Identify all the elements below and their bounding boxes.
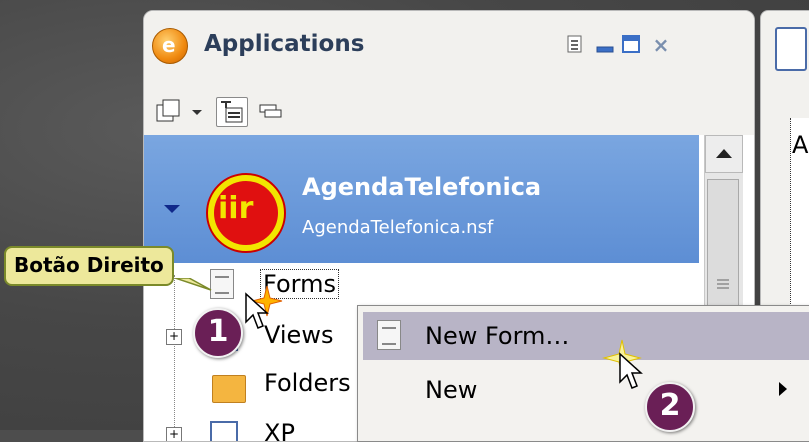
form-icon bbox=[377, 320, 401, 350]
right-click-callout: Botão Direito bbox=[4, 246, 174, 286]
context-menu: New Form… New bbox=[357, 305, 809, 442]
menu-item-new-form[interactable]: New Form… bbox=[363, 312, 809, 360]
tree-item-label: XP bbox=[264, 419, 295, 442]
tree-item-label: Views bbox=[264, 321, 334, 349]
xpage-icon bbox=[210, 421, 238, 441]
database-name: AgendaTelefonica bbox=[302, 173, 542, 201]
expand-arrow-icon[interactable] bbox=[164, 205, 180, 213]
callout-tail bbox=[175, 278, 212, 291]
view-list-icon[interactable] bbox=[216, 97, 248, 127]
mouse-cursor-icon bbox=[619, 352, 643, 389]
document-text: A bbox=[792, 131, 809, 159]
mouse-cursor-icon bbox=[245, 292, 269, 329]
panel-titlebar: e Applications × bbox=[144, 11, 754, 89]
expand-plus-icon[interactable]: + bbox=[166, 329, 182, 345]
panel-title: Applications bbox=[204, 31, 365, 57]
minimize-icon[interactable] bbox=[594, 33, 616, 53]
stacked-windows-icon[interactable] bbox=[256, 97, 286, 125]
database-icon: iir bbox=[206, 173, 286, 253]
database-file: AgendaTelefonica.nsf bbox=[302, 217, 494, 238]
toolbar bbox=[144, 89, 754, 135]
step-two-badge: 2 bbox=[645, 382, 695, 432]
new-copy-icon[interactable] bbox=[154, 97, 184, 125]
tree-item-label: Folders bbox=[264, 369, 351, 397]
submenu-arrow-icon bbox=[779, 382, 787, 396]
expand-plus-icon[interactable]: + bbox=[166, 427, 182, 441]
scroll-up-button[interactable] bbox=[705, 135, 743, 173]
applications-icon: e bbox=[152, 28, 188, 64]
menu-item-label: New Form… bbox=[425, 322, 570, 350]
tree-item-folders[interactable]: Folders bbox=[164, 369, 364, 409]
step-one-badge: 1 bbox=[193, 308, 243, 358]
menu-item-new[interactable]: New bbox=[363, 366, 809, 414]
panel-tab-icon[interactable] bbox=[775, 27, 807, 71]
database-row[interactable]: iir AgendaTelefonica AgendaTelefonica.ns… bbox=[144, 135, 699, 263]
folder-icon bbox=[212, 375, 246, 403]
menu-item-label: New bbox=[425, 376, 478, 404]
panel-menu-icon[interactable] bbox=[564, 33, 586, 53]
dropdown-chevron-icon[interactable] bbox=[188, 97, 206, 125]
close-icon[interactable]: × bbox=[650, 33, 672, 57]
maximize-icon[interactable] bbox=[620, 33, 642, 53]
tree-item-xpages[interactable]: + XP bbox=[164, 419, 364, 442]
